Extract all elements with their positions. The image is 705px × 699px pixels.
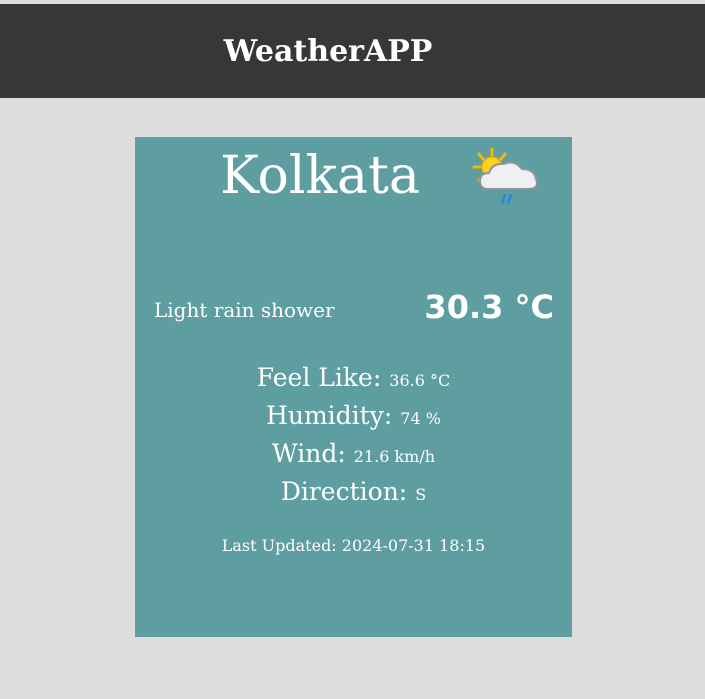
wind-value: 21.6 km/h: [353, 447, 436, 466]
wind-label: Wind:: [271, 439, 346, 468]
humidity-value: 74 %: [400, 409, 441, 428]
weather-details: Feel Like: 36.6 °C Humidity: 74 % Wind: 21.…: [135, 359, 572, 511]
weather-card: Kolkata Light rain shower 30.3 °C Feel L…: [135, 137, 572, 637]
app-header: WeatherAPP: [0, 4, 705, 98]
detail-row-direction: Direction: S: [135, 473, 572, 511]
detail-row-humidity: Humidity: 74 %: [135, 397, 572, 435]
last-updated: Last Updated: 2024-07-31 18:15: [221, 536, 486, 555]
direction-value: S: [415, 485, 427, 504]
detail-row-feels-like: Feel Like: 36.6 °C: [135, 359, 572, 397]
partly-cloudy-rain-icon: [470, 145, 542, 211]
city-name: Kolkata: [220, 146, 420, 206]
weather-condition: Light rain shower: [154, 298, 335, 322]
feels-like-label: Feel Like:: [256, 363, 382, 392]
app-title: WeatherAPP: [223, 34, 433, 69]
humidity-label: Humidity:: [266, 401, 393, 430]
direction-label: Direction:: [280, 477, 408, 506]
current-temperature: 30.3 °C: [424, 288, 554, 326]
feels-like-value: 36.6 °C: [389, 371, 451, 390]
detail-row-wind: Wind: 21.6 km/h: [135, 435, 572, 473]
